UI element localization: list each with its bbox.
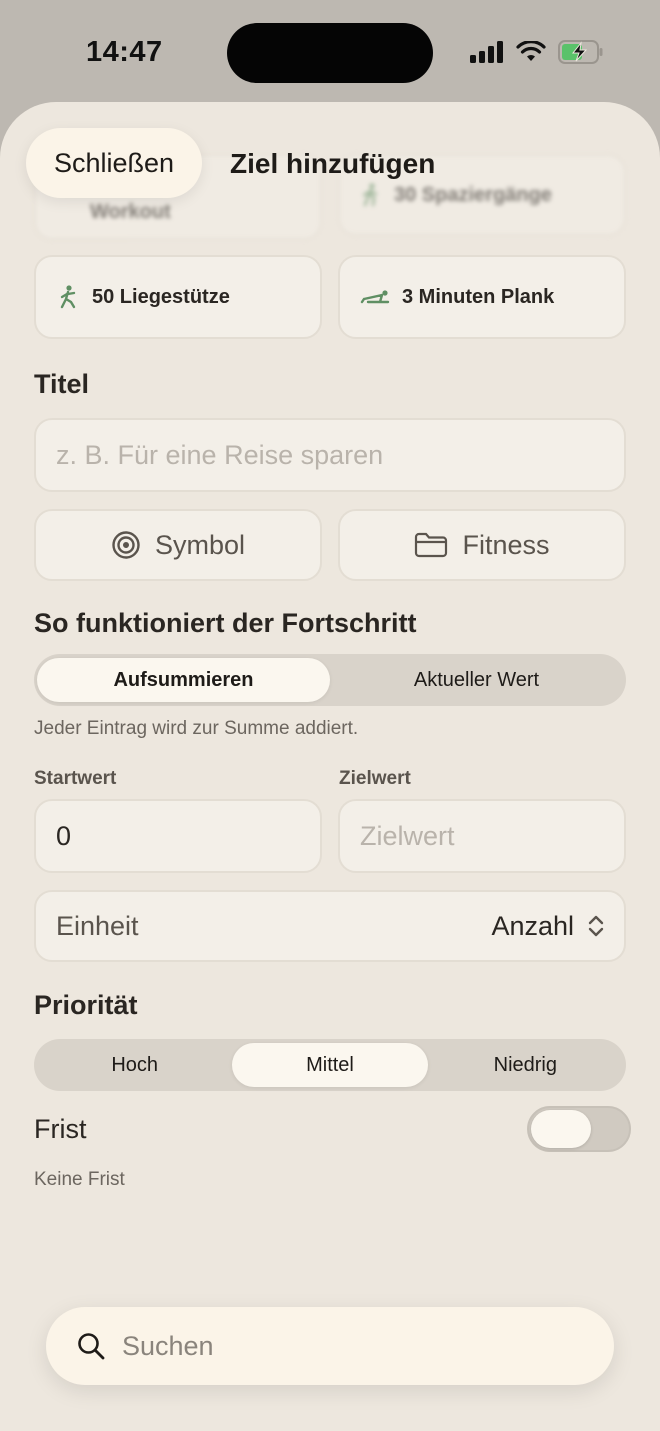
cellular-signal-icon — [470, 41, 503, 63]
status-time: 14:47 — [86, 36, 163, 68]
segment-low[interactable]: Niedrig — [428, 1043, 623, 1087]
deadline-toggle[interactable] — [527, 1106, 631, 1152]
template-card-pushups[interactable]: 50 Liegestütze — [34, 255, 322, 339]
plank-icon — [360, 290, 390, 304]
title-input-placeholder: z. B. Für eine Reise sparen — [56, 439, 384, 470]
progress-section-label: So funktioniert der Fortschritt — [34, 608, 417, 638]
deadline-hint: Keine Frist — [34, 1169, 125, 1190]
folder-icon — [415, 532, 448, 558]
priority-control: Hoch Mittel Niedrig — [34, 1039, 626, 1091]
walk-icon — [362, 183, 378, 207]
symbol-label: Symbol — [154, 529, 246, 560]
deadline-label: Frist — [34, 1114, 87, 1144]
chevron-up-down-icon — [588, 915, 604, 937]
start-value-label: Startwert — [34, 768, 117, 789]
progress-hint: Jeder Eintrag wird zur Summe addiert. — [34, 718, 359, 739]
status-bar: 14:47 — [0, 0, 660, 100]
start-value-input[interactable]: 0 — [34, 799, 322, 873]
search-placeholder: Suchen — [122, 1330, 214, 1361]
dynamic-island — [227, 23, 433, 83]
category-button[interactable]: Fitness — [338, 509, 626, 581]
priority-section-label: Priorität — [34, 990, 138, 1020]
wifi-icon — [516, 41, 546, 61]
segment-current-value[interactable]: Aktueller Wert — [330, 658, 623, 702]
unit-picker[interactable]: Einheit Anzahl — [34, 890, 626, 962]
target-value-placeholder: Zielwert — [360, 820, 455, 851]
title-section-label: Titel — [34, 369, 90, 399]
unit-label: Einheit — [56, 910, 139, 941]
status-icons — [470, 40, 604, 64]
template-card-plank[interactable]: 3 Minuten Plank — [338, 255, 626, 339]
target-value-input[interactable]: Zielwert — [338, 799, 626, 873]
sheet-title: Ziel hinzufügen — [230, 148, 436, 179]
template-label: 3 Minuten Plank — [402, 285, 555, 308]
segment-high[interactable]: Hoch — [37, 1043, 232, 1087]
template-label: 50 Liegestütze — [92, 285, 230, 308]
segment-sum[interactable]: Aufsummieren — [37, 658, 330, 702]
target-icon — [112, 531, 140, 559]
search-icon — [78, 1333, 105, 1360]
close-button[interactable]: Schließen — [26, 128, 202, 198]
template-label: 30 Spaziergänge — [394, 183, 552, 206]
target-value-label: Zielwert — [339, 768, 411, 789]
toggle-knob — [531, 1110, 591, 1148]
progress-mode-control: Aufsummieren Aktueller Wert — [34, 654, 626, 706]
start-value: 0 — [56, 820, 72, 851]
search-bar[interactable]: Suchen — [46, 1307, 614, 1385]
segment-medium[interactable]: Mittel — [232, 1043, 428, 1087]
add-goal-sheet: Workout 30 Spaziergänge 50 Liegestütze 3… — [0, 102, 660, 1431]
unit-value: Anzahl — [491, 910, 574, 941]
title-input[interactable]: z. B. Für eine Reise sparen — [34, 418, 626, 492]
symbol-button[interactable]: Symbol — [34, 509, 322, 581]
pushup-icon — [60, 285, 76, 309]
category-label: Fitness — [462, 529, 550, 560]
template-label: Workout — [90, 201, 171, 223]
battery-charging-icon — [558, 40, 603, 64]
